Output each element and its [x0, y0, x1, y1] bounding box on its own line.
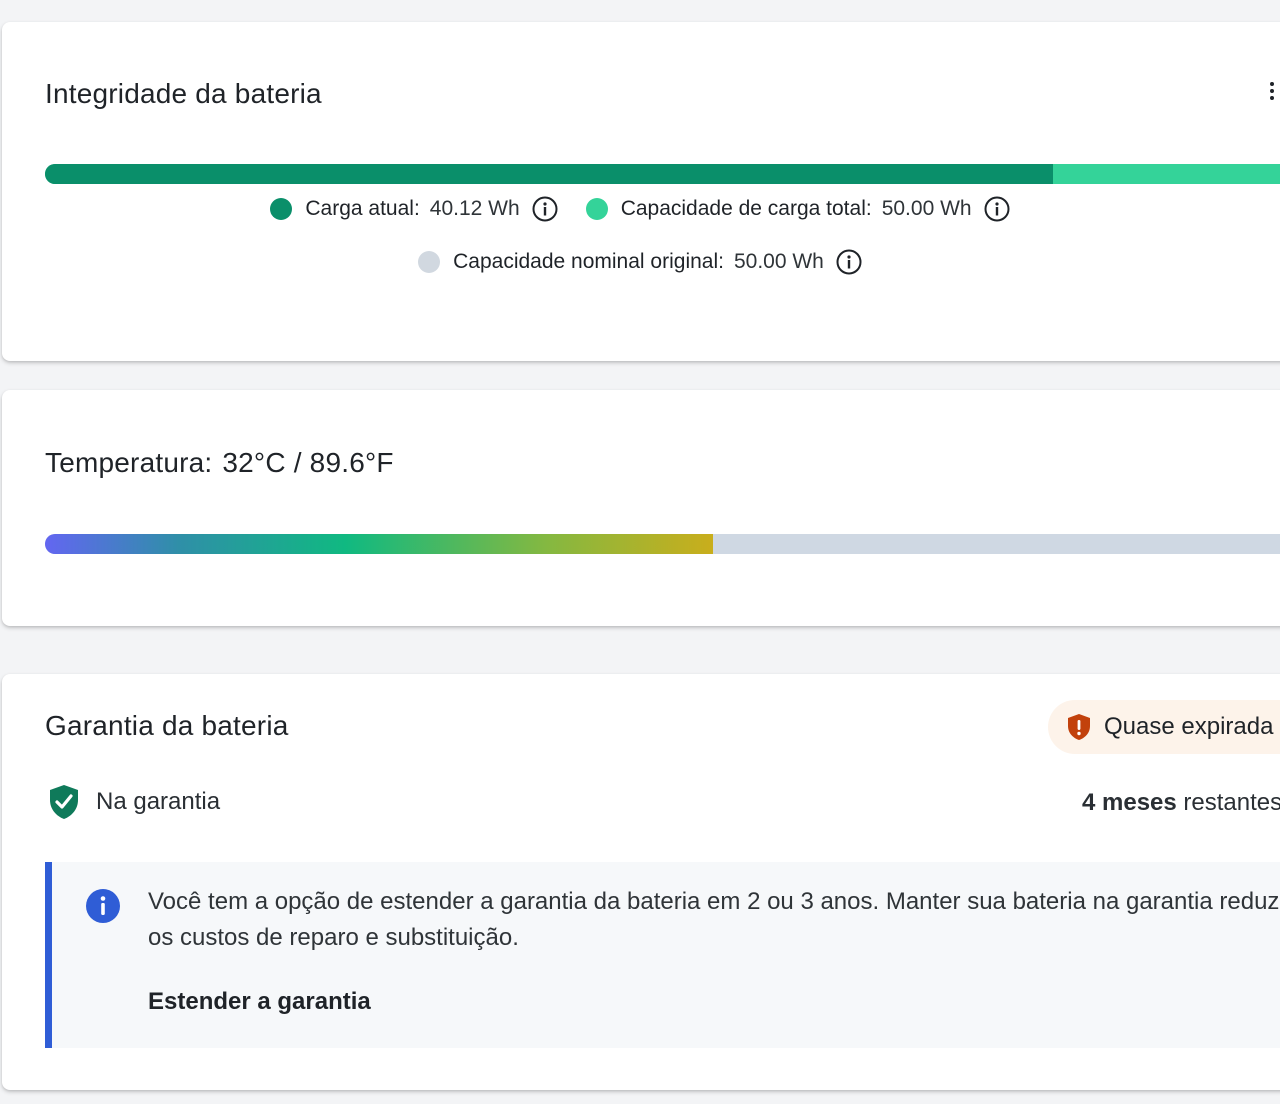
warranty-title: Garantia da bateria	[45, 710, 289, 741]
info-icon[interactable]	[532, 196, 558, 222]
full-capacity-dot	[585, 198, 608, 220]
original-capacity-dot	[418, 251, 441, 273]
remaining-suffix: restantes	[1183, 789, 1280, 816]
extend-warranty-info-box: Você tem a opção de estender a garantia …	[45, 862, 1280, 1048]
temperature-fill	[45, 534, 713, 554]
battery-health-title: Integridade da bateria	[45, 78, 322, 109]
info-icon[interactable]	[984, 196, 1010, 222]
temperature-title: Temperatura: 32°C / 89.6°F	[45, 447, 394, 479]
legend-current-charge: Carga atual: 40.12 Wh	[270, 196, 558, 222]
info-circle-icon	[86, 889, 120, 923]
info-message: Você tem a opção de estender a garantia …	[148, 888, 1280, 951]
legend-label: Carga atual:	[305, 197, 420, 220]
legend-original-capacity: Capacidade nominal original: 50.00 Wh	[418, 249, 862, 275]
legend-full-capacity: Capacidade de carga total: 50.00 Wh	[585, 196, 1010, 222]
temperature-label: Temperatura:	[45, 447, 213, 478]
info-icon[interactable]	[836, 249, 862, 275]
temperature-bar	[45, 534, 1280, 554]
legend-value: 40.12 Wh	[429, 197, 520, 220]
legend-value: 50.00 Wh	[881, 197, 972, 220]
coverage-text: Na garantia	[96, 788, 221, 815]
warranty-status-text: Quase expirada	[1104, 713, 1274, 740]
temperature-card: Temperatura: 32°C / 89.6°F	[2, 390, 1280, 626]
warranty-status-badge: Quase expirada	[1048, 700, 1280, 754]
current-charge-dot	[270, 198, 293, 220]
shield-alert-icon	[1068, 714, 1090, 740]
temperature-value: 32°C / 89.6°F	[222, 447, 394, 478]
legend-label: Capacidade nominal original:	[453, 250, 724, 273]
extend-warranty-link[interactable]: Estender a garantia	[148, 988, 371, 1016]
shield-check-icon	[50, 785, 78, 819]
warranty-remaining: 4 meses restantes	[1082, 789, 1280, 817]
legend-row-2: Capacidade nominal original: 50.00 Wh	[0, 249, 1280, 275]
warranty-coverage: Na garantia	[48, 784, 220, 820]
legend-label: Capacidade de carga total:	[620, 197, 872, 220]
current-charge-fill	[45, 164, 1053, 184]
remaining-count: 4 meses	[1082, 789, 1177, 816]
warranty-card: Garantia da bateria Quase expirada Na ga…	[2, 674, 1280, 1090]
legend-value: 50.00 Wh	[733, 250, 824, 273]
battery-health-bar	[45, 164, 1280, 184]
legend-row-1: Carga atual: 40.12 Wh Capacidade de carg…	[0, 196, 1280, 222]
battery-health-card: Integridade da bateria	[2, 22, 1280, 361]
more-vertical-icon[interactable]	[1264, 80, 1280, 104]
